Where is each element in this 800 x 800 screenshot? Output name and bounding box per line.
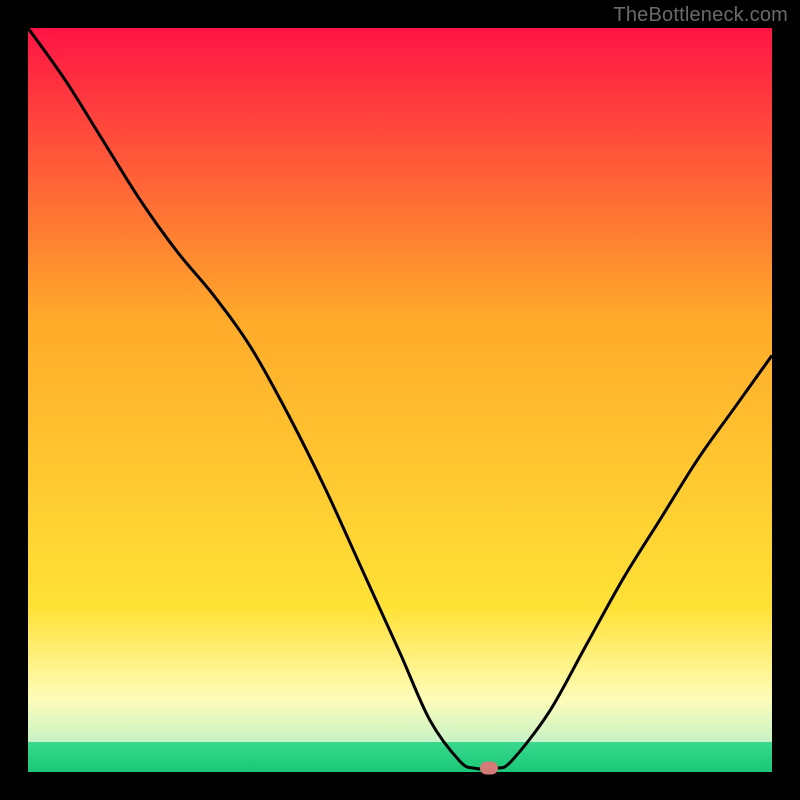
gradient-band [28,608,772,697]
watermark-text: TheBottleneck.com [613,4,788,27]
gradient-band [28,742,772,772]
gradient-band [28,698,772,743]
chart-frame: TheBottleneck.com [0,0,800,800]
optimal-point-marker [480,762,498,775]
plot-area [28,28,772,772]
gradient-band [28,28,772,608]
